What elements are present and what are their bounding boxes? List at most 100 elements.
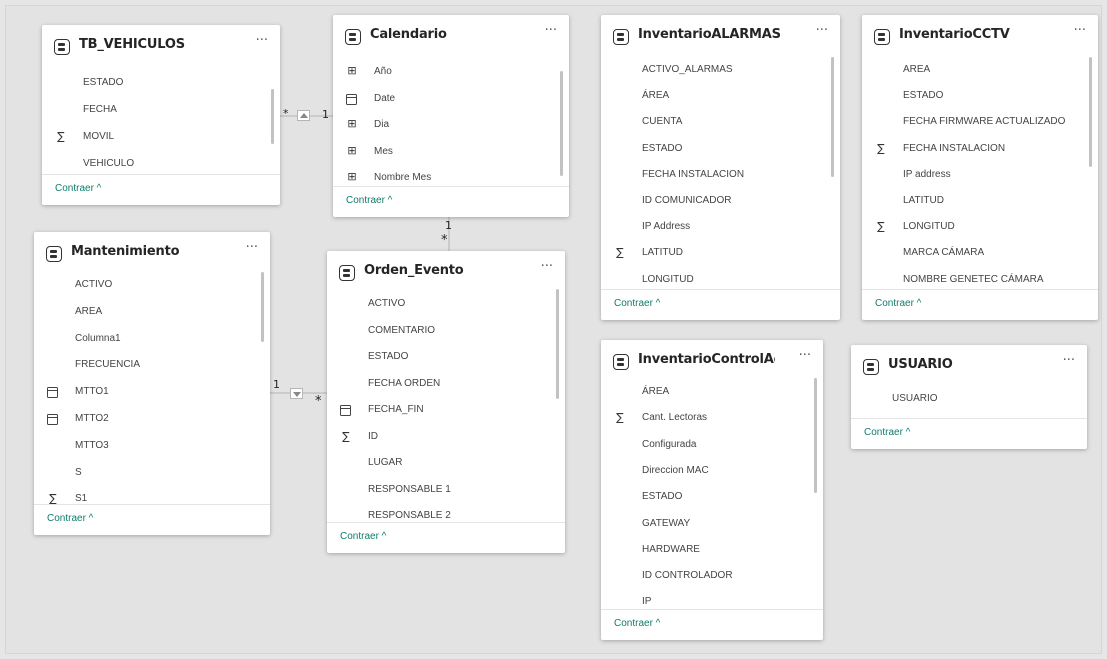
field-row[interactable]: ID CONTROLADOR	[601, 564, 809, 590]
field-row[interactable]: MTTO3	[34, 434, 256, 460]
more-options-icon[interactable]: ···	[246, 240, 258, 255]
field-row[interactable]: AREA	[862, 58, 1084, 84]
table-card-calendario[interactable]: Calendario ··· ⊞ Año Date ⊞ Dia ⊞ Mes ⊞ Nombre Mes…	[333, 15, 569, 217]
field-row[interactable]: ESTADO	[862, 84, 1084, 110]
sum-icon: ∑	[616, 246, 624, 260]
more-options-icon[interactable]: ···	[799, 348, 811, 363]
field-row[interactable]: FECHA FIRMWARE ACTUALIZADO	[862, 110, 1084, 136]
vertical-scrollbar[interactable]	[271, 89, 274, 144]
field-name: AREA	[75, 305, 103, 317]
model-canvas[interactable]: * 1 1 * 1 * TB_VEHICULOS ··· ESTADO FECHA ∑ M…	[0, 0, 1107, 659]
table-card-usuario[interactable]: USUARIO ··· USUARIO Contraer ^	[851, 345, 1087, 449]
field-row[interactable]: S	[34, 461, 256, 487]
table-card-footer: Contraer ^	[34, 504, 270, 535]
collapse-link[interactable]: Contraer ^	[864, 427, 910, 438]
field-row[interactable]: ESTADO	[327, 345, 551, 371]
collapse-link[interactable]: Contraer ^	[47, 513, 93, 524]
field-row[interactable]: ID COMUNICADOR	[601, 189, 826, 215]
field-name: LONGITUD	[903, 221, 955, 233]
field-name: Dia	[374, 119, 390, 130]
table-card-header[interactable]: USUARIO ···	[851, 345, 1087, 391]
more-options-icon[interactable]: ···	[816, 23, 828, 38]
table-icon	[54, 39, 70, 55]
calendar-icon	[47, 387, 58, 399]
collapse-link[interactable]: Contraer ^	[614, 618, 660, 629]
field-row[interactable]: ACTIVO_ALARMAS	[601, 58, 826, 84]
table-card-header[interactable]: InventarioALARMAS ···	[601, 15, 840, 61]
field-row[interactable]: AREA	[34, 300, 256, 326]
field-row[interactable]: ∑ MOVIL	[42, 125, 266, 151]
field-row[interactable]: ESTADO	[42, 71, 266, 97]
field-row[interactable]: ∑ FECHA INSTALACION	[862, 137, 1084, 163]
more-options-icon[interactable]: ···	[256, 33, 268, 48]
vertical-scrollbar[interactable]	[831, 57, 834, 177]
field-row[interactable]: HARDWARE	[601, 538, 809, 564]
more-options-icon[interactable]: ···	[541, 259, 553, 274]
field-row[interactable]: FECHA ORDEN	[327, 372, 551, 398]
field-row[interactable]: FECHA_FIN	[327, 398, 551, 424]
field-row[interactable]: ∑ LONGITUD	[862, 215, 1084, 241]
more-options-icon[interactable]: ···	[545, 23, 557, 38]
field-row[interactable]: ⊞ Dia	[333, 113, 555, 139]
collapse-link[interactable]: Contraer ^	[340, 531, 386, 542]
field-row[interactable]: GATEWAY	[601, 512, 809, 538]
field-row[interactable]: Date	[333, 87, 555, 113]
calendar-icon	[47, 414, 58, 425]
table-card-inventario-control-acceso[interactable]: InventarioControlAcc... ··· ÁREA ∑ Cant. Lec…	[601, 340, 823, 640]
field-row[interactable]: FECHA INSTALACION	[601, 163, 826, 189]
field-row[interactable]: ∑ ID	[327, 425, 551, 451]
collapse-link[interactable]: Contraer ^	[614, 298, 660, 309]
table-card-header[interactable]: Calendario ···	[333, 15, 569, 61]
table-card-header[interactable]: Mantenimiento ···	[34, 232, 270, 278]
field-row[interactable]: ∑ LATITUD	[601, 241, 826, 267]
field-row[interactable]: ACTIVO	[327, 292, 551, 318]
field-row[interactable]: ⊞ Año	[333, 60, 555, 86]
field-row[interactable]: ∑ Cant. Lectoras	[601, 406, 809, 432]
field-row[interactable]: Direccion MAC	[601, 459, 809, 485]
vertical-scrollbar[interactable]	[560, 71, 563, 176]
field-row[interactable]: CUENTA	[601, 110, 826, 136]
field-row[interactable]: ÁREA	[601, 380, 809, 406]
field-row[interactable]: FRECUENCIA	[34, 353, 256, 379]
collapse-link[interactable]: Contraer ^	[875, 298, 921, 309]
rel-calendario-one: 1	[322, 108, 329, 121]
table-card-mantenimiento[interactable]: Mantenimiento ··· ACTIVO AREA Columna1 FRECUE…	[34, 232, 270, 535]
table-card-inventario-cctv[interactable]: InventarioCCTV ··· AREA ESTADO FECHA FIRMWAR…	[862, 15, 1098, 320]
rel-direction-arrow-icon[interactable]	[297, 110, 310, 121]
field-row[interactable]: LATITUD	[862, 189, 1084, 215]
rel-direction-arrow-icon[interactable]	[290, 388, 303, 399]
table-card-orden-evento[interactable]: Orden_Evento ··· ACTIVO COMENTARIO ESTADO FEC…	[327, 251, 565, 553]
table-icon	[46, 246, 62, 262]
more-options-icon[interactable]: ···	[1063, 353, 1075, 368]
table-card-tb-vehiculos[interactable]: TB_VEHICULOS ··· ESTADO FECHA ∑ MOVIL VEHICULO…	[42, 25, 280, 205]
field-row[interactable]: ÁREA	[601, 84, 826, 110]
field-row[interactable]: MTTO2	[34, 407, 256, 433]
sum-icon: ∑	[877, 220, 885, 234]
field-row[interactable]: ESTADO	[601, 485, 809, 511]
table-card-header[interactable]: InventarioCCTV ···	[862, 15, 1098, 61]
field-row[interactable]: COMENTARIO	[327, 319, 551, 345]
vertical-scrollbar[interactable]	[1089, 57, 1092, 167]
field-row[interactable]: MARCA CÁMARA	[862, 241, 1084, 267]
field-row[interactable]: Configurada	[601, 433, 809, 459]
table-card-header[interactable]: TB_VEHICULOS ···	[42, 25, 280, 71]
field-row[interactable]: FECHA	[42, 98, 266, 124]
field-row[interactable]: IP address	[862, 163, 1084, 189]
table-card-inventario-alarmas[interactable]: InventarioALARMAS ··· ACTIVO_ALARMAS ÁREA CU…	[601, 15, 840, 320]
field-row[interactable]: ⊞ Mes	[333, 140, 555, 166]
field-row[interactable]: Columna1	[34, 327, 256, 353]
vertical-scrollbar[interactable]	[814, 378, 817, 493]
table-card-header[interactable]: Orden_Evento ···	[327, 251, 565, 297]
field-row[interactable]: ACTIVO	[34, 273, 256, 299]
field-row[interactable]: ESTADO	[601, 137, 826, 163]
field-row[interactable]: USUARIO	[851, 387, 1073, 413]
vertical-scrollbar[interactable]	[556, 289, 559, 399]
collapse-link[interactable]: Contraer ^	[55, 183, 101, 194]
more-options-icon[interactable]: ···	[1074, 23, 1086, 38]
field-row[interactable]: LUGAR	[327, 451, 551, 477]
vertical-scrollbar[interactable]	[261, 272, 264, 342]
field-row[interactable]: RESPONSABLE 1	[327, 478, 551, 504]
field-row[interactable]: IP Address	[601, 215, 826, 241]
field-row[interactable]: MTTO1	[34, 380, 256, 406]
collapse-link[interactable]: Contraer ^	[346, 195, 392, 206]
